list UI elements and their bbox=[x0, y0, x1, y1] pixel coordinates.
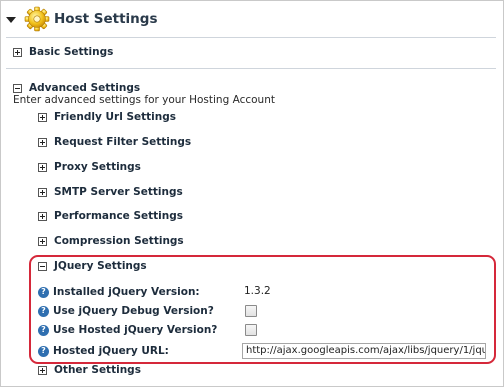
minus-box-icon[interactable] bbox=[38, 261, 47, 271]
subsection-proxy[interactable]: Proxy Settings bbox=[38, 159, 141, 175]
basic-settings-section[interactable]: Basic Settings bbox=[13, 44, 113, 60]
section-label: Basic Settings bbox=[29, 46, 114, 58]
hosted-version-row: ? Use Hosted jQuery Version? bbox=[38, 322, 217, 338]
plus-box-icon[interactable] bbox=[38, 162, 47, 172]
subsection-label: Compression Settings bbox=[54, 235, 184, 247]
field-label: Hosted jQuery URL: bbox=[53, 345, 169, 357]
subsection-request-filter[interactable]: Request Filter Settings bbox=[38, 134, 191, 150]
header-divider bbox=[6, 37, 496, 38]
subsection-label: Performance Settings bbox=[54, 210, 184, 222]
hosted-version-checkbox[interactable] bbox=[245, 324, 257, 336]
section-label: Advanced Settings bbox=[29, 82, 141, 94]
expand-triangle-icon[interactable] bbox=[6, 16, 16, 23]
help-icon[interactable]: ? bbox=[38, 324, 49, 336]
subsection-label: Request Filter Settings bbox=[54, 136, 192, 148]
installed-version-row: ? Installed jQuery Version: bbox=[38, 284, 200, 300]
gear-icon bbox=[24, 6, 50, 32]
installed-version-value: 1.3.2 bbox=[244, 285, 271, 297]
field-label: Use Hosted jQuery Version? bbox=[53, 324, 218, 336]
hosted-url-input[interactable]: http://ajax.googleapis.com/ajax/libs/jqu… bbox=[242, 343, 486, 359]
jquery-settings-section[interactable]: JQuery Settings bbox=[38, 258, 147, 274]
hosted-url-row: ? Hosted jQuery URL: bbox=[38, 343, 169, 359]
plus-box-icon[interactable] bbox=[38, 137, 47, 147]
plus-box-icon[interactable] bbox=[38, 187, 47, 197]
page-title: Host Settings bbox=[54, 11, 158, 27]
subsection-compression[interactable]: Compression Settings bbox=[38, 233, 184, 249]
debug-version-checkbox[interactable] bbox=[245, 305, 257, 317]
subsection-friendly-url[interactable]: Friendly Url Settings bbox=[38, 109, 176, 125]
host-settings-header[interactable]: Host Settings bbox=[6, 4, 158, 34]
help-icon[interactable]: ? bbox=[38, 345, 49, 357]
subsection-label: JQuery Settings bbox=[54, 260, 147, 272]
plus-box-icon[interactable] bbox=[38, 236, 47, 246]
help-icon[interactable]: ? bbox=[38, 286, 49, 298]
subsection-label: Proxy Settings bbox=[54, 161, 141, 173]
subsection-performance[interactable]: Performance Settings bbox=[38, 208, 183, 224]
minus-box-icon[interactable] bbox=[13, 83, 22, 93]
other-settings-section[interactable]: Other Settings bbox=[38, 362, 141, 378]
field-label: Use jQuery Debug Version? bbox=[53, 305, 214, 317]
help-icon[interactable]: ? bbox=[38, 305, 49, 317]
advanced-description: Enter advanced settings for your Hosting… bbox=[13, 94, 275, 106]
plus-box-icon[interactable] bbox=[38, 365, 47, 375]
section-label: Other Settings bbox=[54, 364, 141, 376]
section-divider bbox=[6, 68, 496, 69]
field-label: Installed jQuery Version: bbox=[53, 286, 200, 298]
plus-box-icon[interactable] bbox=[38, 112, 47, 122]
subsection-label: Friendly Url Settings bbox=[54, 111, 177, 123]
plus-box-icon[interactable] bbox=[38, 211, 47, 221]
subsection-label: SMTP Server Settings bbox=[54, 186, 183, 198]
plus-box-icon[interactable] bbox=[13, 47, 22, 57]
debug-version-row: ? Use jQuery Debug Version? bbox=[38, 303, 214, 319]
subsection-smtp[interactable]: SMTP Server Settings bbox=[38, 184, 183, 200]
